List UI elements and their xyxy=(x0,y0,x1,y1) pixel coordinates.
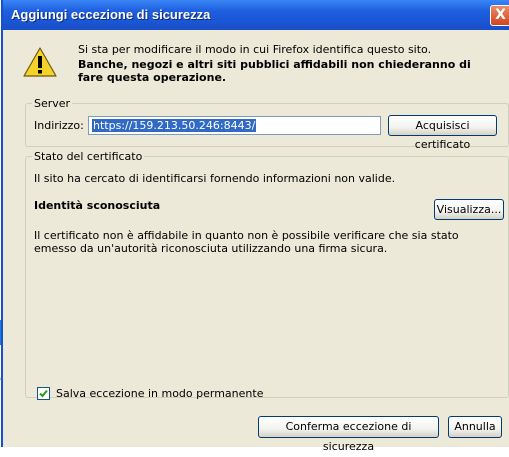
certificate-heading: Identità sconosciuta xyxy=(34,199,161,212)
intro-text: Si sta per modificare il modo in cui Fir… xyxy=(78,43,432,56)
certificate-description: Il certificato non è affidabile in quant… xyxy=(34,229,459,255)
permanent-exception-label[interactable]: Salva eccezione in modo permanente xyxy=(56,387,263,400)
dialog-header: Si sta per modificare il modo in cui Fir… xyxy=(3,30,509,91)
warning-text: Banche, negozi e altri siti pubblici aff… xyxy=(78,58,471,84)
title-bar[interactable]: Aggiungi eccezione di sicurezza X xyxy=(3,0,509,30)
close-button[interactable]: X xyxy=(490,5,509,26)
security-exception-dialog: Aggiungi eccezione di sicurezza X Si sta… xyxy=(1,0,509,453)
fetch-certificate-label: Acquisisci certificato xyxy=(414,119,471,151)
cancel-label: Annulla xyxy=(454,420,496,433)
view-certificate-button[interactable]: Visualizza... xyxy=(434,199,504,220)
dialog-body: Si sta per modificare il modo in cui Fir… xyxy=(3,30,509,453)
certificate-status-group: Stato del certificato Il sito ha cercato… xyxy=(25,150,509,398)
certificate-group-label: Stato del certificato xyxy=(32,150,145,163)
certificate-status-text: Il sito ha cercato di identificarsi forn… xyxy=(34,172,396,185)
confirm-exception-label: Conferma eccezione di sicurezza xyxy=(285,420,412,453)
address-input[interactable]: https://159.213.50.246:8443/ xyxy=(88,116,381,135)
fetch-certificate-button[interactable]: Acquisisci certificato xyxy=(388,115,497,151)
address-value: https://159.213.50.246:8443/ xyxy=(92,119,257,132)
confirm-exception-button[interactable]: Conferma eccezione di sicurezza xyxy=(258,416,439,453)
permanent-exception-checkbox[interactable] xyxy=(37,387,50,400)
checkmark-icon xyxy=(39,389,48,398)
view-certificate-label: Visualizza... xyxy=(436,203,502,216)
server-group-label: Server xyxy=(32,97,73,110)
warning-icon xyxy=(23,47,57,77)
dialog-title: Aggiungi eccezione di sicurezza xyxy=(11,7,211,22)
cancel-button[interactable]: Annulla xyxy=(448,416,502,438)
server-group: Server Indirizzo: https://159.213.50.246… xyxy=(25,97,509,151)
address-label: Indirizzo: xyxy=(34,119,84,132)
close-icon: X xyxy=(495,7,506,23)
